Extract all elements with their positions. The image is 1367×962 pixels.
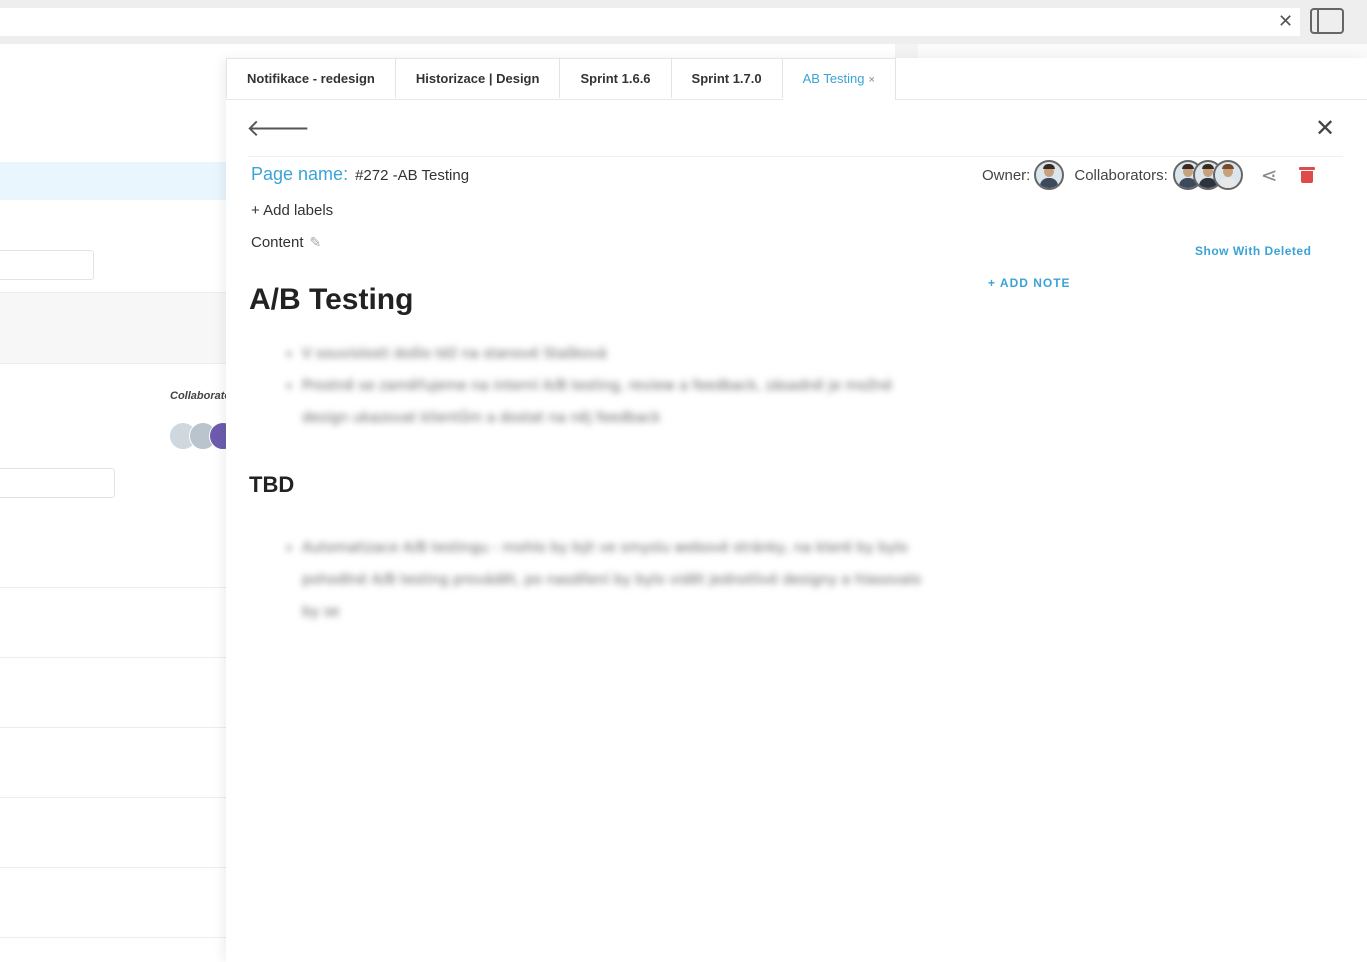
list-item-text: V souvislosti došlo též na stanové Stašk… — [302, 346, 607, 362]
collaborators-label: Collaborators: — [1074, 166, 1168, 184]
list-item: V souvislosti došlo též na stanové Stašk… — [302, 338, 942, 370]
background-input — [0, 250, 94, 280]
tab-ab-testing[interactable]: AB Testing × — [782, 58, 896, 100]
content-label: Content ✎ — [251, 234, 321, 251]
page-detail-panel: Notifikace - redesign Historizace | Desi… — [226, 58, 1367, 962]
avatar-hair — [1181, 164, 1194, 169]
bullet-list: Automatizace A/B testingu - mohlo by být… — [282, 532, 942, 628]
background-avatars — [169, 422, 237, 452]
list-item-text: Automatizace A/B testingu - mohlo by být… — [302, 540, 922, 620]
bullet-list: V souvislosti došlo též na stanové Stašk… — [282, 338, 942, 434]
trash-icon[interactable] — [1298, 167, 1315, 183]
topbar-close-icon[interactable]: ✕ — [1278, 11, 1293, 32]
page-name-value[interactable]: #272 -AB Testing — [355, 167, 469, 184]
list-item: Automatizace A/B testingu - mohlo by být… — [302, 532, 942, 628]
close-panel-icon[interactable]: ✕ — [1315, 116, 1335, 140]
background-input — [0, 468, 115, 498]
tab-sprint-170[interactable]: Sprint 1.7.0 — [671, 58, 783, 98]
tab-notifikace-redesign[interactable]: Notifikace - redesign — [226, 58, 396, 98]
list-item-text: Prostně se zaměřujeme na interní A/B tes… — [302, 378, 893, 426]
trash-lid — [1298, 167, 1315, 170]
share-icon[interactable]: ⋖ — [1261, 163, 1278, 188]
address-field[interactable] — [0, 8, 1300, 36]
background-collaborators-label: Collaborato — [170, 390, 232, 402]
document-heading: A/B Testing — [249, 283, 414, 316]
trash-bin — [1300, 171, 1313, 183]
tab-close-icon[interactable]: × — [869, 74, 875, 86]
avatar-body — [1218, 178, 1237, 188]
owner-label: Owner: — [982, 166, 1031, 184]
sidebar-toggle-icon[interactable] — [1310, 8, 1344, 34]
document-subheading: TBD — [249, 472, 295, 497]
owner-avatar[interactable] — [1034, 160, 1065, 190]
add-note-button[interactable]: + ADD NOTE — [988, 276, 1071, 290]
avatar-hair — [1043, 164, 1056, 169]
page-name: Page name: #272 -AB Testing — [251, 164, 469, 185]
tab-sprint-166[interactable]: Sprint 1.6.6 — [560, 58, 672, 98]
header-divider — [248, 156, 1343, 157]
back-arrow-icon[interactable]: 🡐 — [246, 116, 310, 140]
avatar-hair — [1221, 164, 1234, 169]
content-label-text: Content — [251, 234, 304, 251]
collaborator-avatar[interactable] — [1212, 160, 1243, 190]
blurred-content-list-2: Automatizace A/B testingu - mohlo by být… — [282, 532, 942, 628]
blurred-content-list-1: V souvislosti došlo též na stanové Stašk… — [282, 338, 942, 434]
tab-label: AB Testing — [802, 71, 865, 86]
owner-collaborators-row: Owner: Collaborators: ⋖ — [982, 158, 1315, 192]
show-with-deleted-link[interactable]: Show With Deleted — [1195, 244, 1311, 258]
add-labels-button[interactable]: + Add labels — [251, 202, 333, 219]
collaborator-avatars[interactable] — [1172, 160, 1243, 190]
list-item: Prostně se zaměřujeme na interní A/B tes… — [302, 370, 942, 434]
browser-top-bar: ✕ — [0, 0, 1367, 44]
avatar-hair — [1201, 164, 1214, 169]
pencil-icon[interactable]: ✎ — [310, 234, 322, 250]
avatar-body — [1040, 178, 1059, 188]
page-name-label: Page name: — [251, 164, 349, 184]
tab-historizace-design[interactable]: Historizace | Design — [395, 58, 561, 98]
page-tabs: Notifikace - redesign Historizace | Desi… — [226, 58, 1367, 100]
